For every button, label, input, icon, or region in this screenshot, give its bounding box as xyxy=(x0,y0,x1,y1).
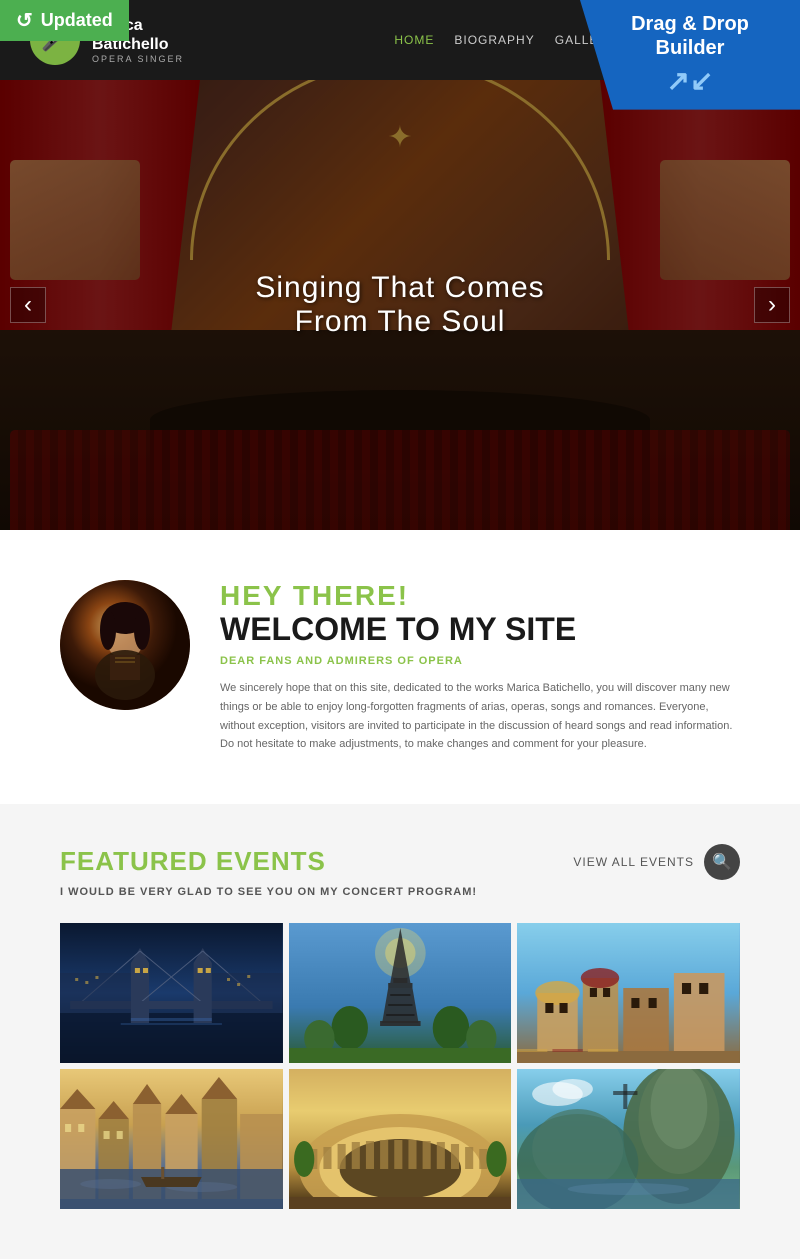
event-card-barcelona[interactable] xyxy=(517,923,740,1063)
event-card-london[interactable] xyxy=(60,923,283,1063)
avatar xyxy=(60,580,190,710)
nav-home[interactable]: HOME xyxy=(394,33,434,47)
nav-biography[interactable]: BIOGRAPHY xyxy=(454,33,534,47)
event-card-paris[interactable] xyxy=(289,923,512,1063)
colosseum-illustration xyxy=(289,1069,512,1209)
hero-headline: Singing That ComesFrom The Soul xyxy=(255,271,544,339)
hero-section: ✦ Singing That ComesFrom The Soul ‹ › xyxy=(0,80,800,530)
events-header: FEATURED EVENTS VIEW ALL EVENTS 🔍 xyxy=(60,844,740,880)
dnd-line1: Drag & Drop xyxy=(631,13,749,35)
updated-label: Updated xyxy=(41,10,113,31)
barcelona-illustration xyxy=(517,923,740,1063)
events-grid xyxy=(60,923,740,1209)
welcome-section: HEY THERE! WELCOME TO MY SITE DEAR FANS … xyxy=(0,530,800,804)
hero-arrow-right[interactable]: › xyxy=(754,287,790,323)
updated-badge: ↺ Updated xyxy=(0,0,129,41)
dnd-line2: Builder xyxy=(656,37,725,59)
refresh-icon: ↺ xyxy=(16,8,33,33)
view-all-link[interactable]: VIEW ALL EVENTS xyxy=(573,855,694,869)
rio-illustration xyxy=(517,1069,740,1209)
view-all-wrap: VIEW ALL EVENTS 🔍 xyxy=(573,844,740,880)
artist-subtitle: OPERA SINGER xyxy=(92,54,184,64)
events-section: FEATURED EVENTS VIEW ALL EVENTS 🔍 I WOUL… xyxy=(0,804,800,1259)
welcome-title: WELCOME TO MY SITE xyxy=(220,612,740,647)
event-card-colosseum[interactable] xyxy=(289,1069,512,1209)
hero-arrow-left[interactable]: ‹ xyxy=(10,287,46,323)
events-subtitle: I WOULD BE VERY GLAD TO SEE YOU ON MY CO… xyxy=(60,886,740,898)
hey-there-heading: HEY THERE! xyxy=(220,580,740,612)
dnd-arrows-icon: ↗↙ xyxy=(596,64,784,98)
dear-fans-label: DEAR FANS AND ADMIRERS OF OPERA xyxy=(220,655,740,667)
featured-events-title: FEATURED EVENTS xyxy=(60,846,326,877)
welcome-content: HEY THERE! WELCOME TO MY SITE DEAR FANS … xyxy=(220,580,740,754)
canal-illustration xyxy=(60,1069,283,1209)
dnd-badge: Drag & Drop Builder ↗↙ xyxy=(580,0,800,110)
avatar-image xyxy=(60,580,190,710)
london-illustration xyxy=(60,923,283,1063)
search-button[interactable]: 🔍 xyxy=(704,844,740,880)
welcome-body: We sincerely hope that on this site, ded… xyxy=(220,679,740,754)
event-card-rio[interactable] xyxy=(517,1069,740,1209)
paris-illustration xyxy=(289,923,512,1063)
hero-text: Singing That ComesFrom The Soul xyxy=(255,271,544,339)
event-card-canal[interactable] xyxy=(60,1069,283,1209)
